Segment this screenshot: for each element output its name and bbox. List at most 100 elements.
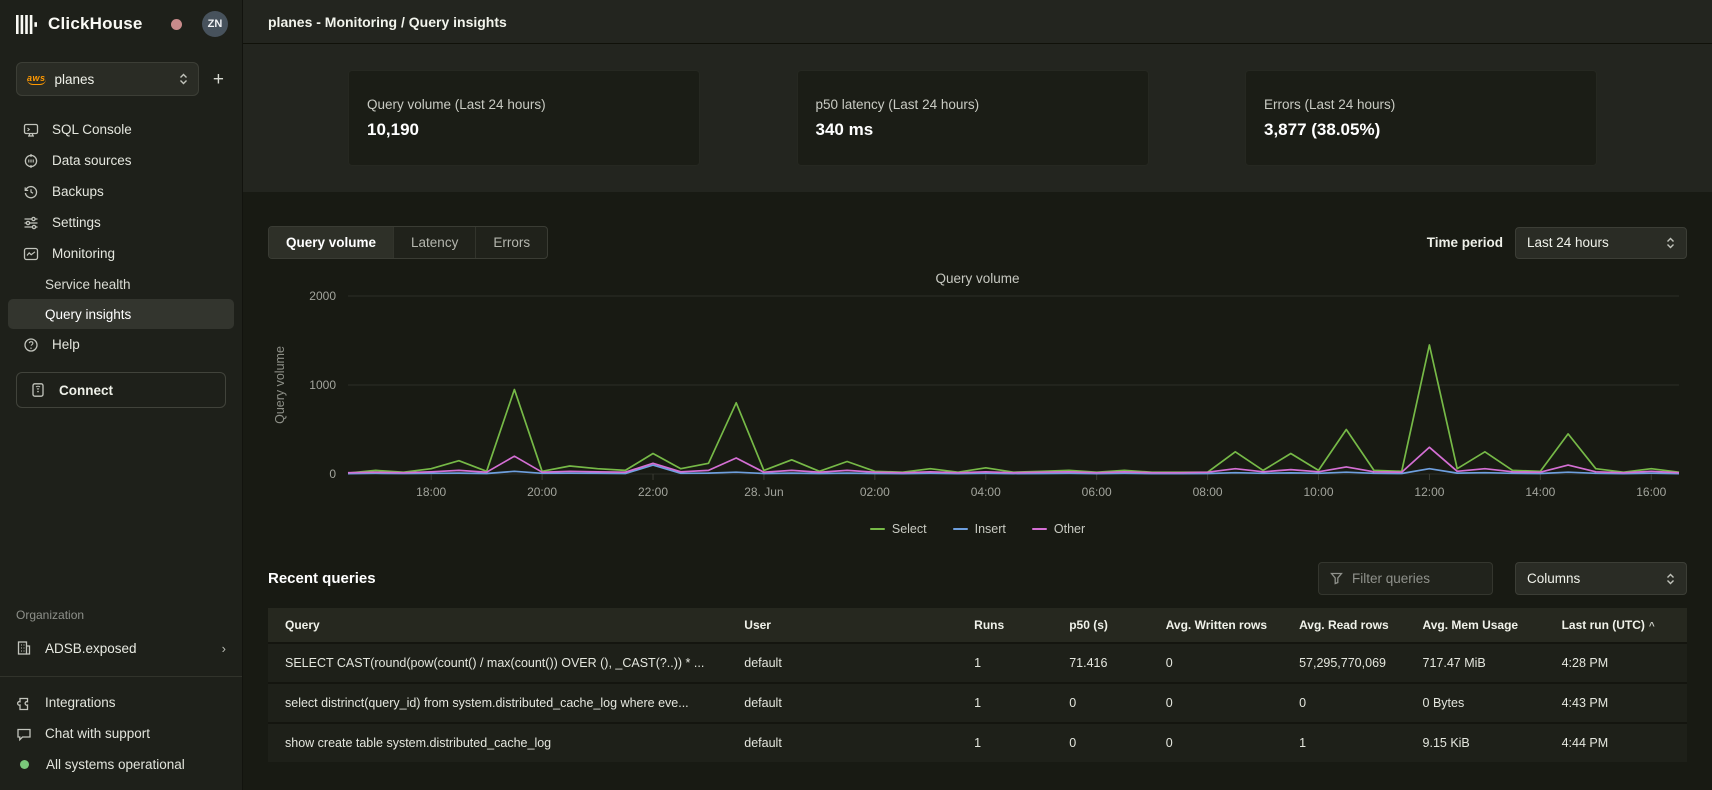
add-service-button[interactable]: +	[209, 68, 228, 91]
svg-text:06:00: 06:00	[1082, 485, 1112, 499]
connect-label: Connect	[59, 383, 113, 398]
svg-text:2000: 2000	[309, 289, 336, 303]
filter-queries-input[interactable]: Filter queries	[1318, 562, 1493, 595]
organization-item[interactable]: ADSB.exposed ›	[0, 632, 242, 664]
column-header-avg-mem-usage[interactable]: Avg. Mem Usage	[1415, 608, 1554, 643]
legend-label: Select	[892, 522, 927, 536]
columns-label: Columns	[1527, 571, 1580, 586]
svg-text:02:00: 02:00	[860, 485, 890, 499]
stat-label: Errors (Last 24 hours)	[1264, 97, 1578, 112]
table-cell: show create table system.distributed_cac…	[268, 723, 736, 762]
stat-value: 340 ms	[816, 120, 1130, 140]
data-sources-icon	[22, 152, 39, 169]
table-row[interactable]: show create table system.distributed_cac…	[268, 723, 1687, 762]
sidebar-item-backups[interactable]: Backups	[8, 176, 234, 207]
svg-text:10:00: 10:00	[1304, 485, 1334, 499]
content: Query volume Latency Errors Time period …	[243, 192, 1712, 790]
stat-card-query-volume: Query volume (Last 24 hours) 10,190	[348, 70, 700, 166]
legend-item-other[interactable]: Other	[1032, 522, 1085, 536]
legend-item-select[interactable]: Select	[870, 522, 927, 536]
svg-text:28. Jun: 28. Jun	[744, 485, 783, 499]
organization-label: Organization	[0, 608, 242, 632]
sidebar-item-query-insights[interactable]: Query insights	[8, 299, 234, 329]
tab-errors[interactable]: Errors	[476, 227, 547, 258]
table-cell: 1	[966, 683, 1061, 723]
recent-queries-title: Recent queries	[268, 570, 376, 587]
sidebar-item-data-sources[interactable]: Data sources	[8, 145, 234, 176]
table-cell: default	[736, 643, 966, 683]
table-cell: default	[736, 723, 966, 762]
svg-text:12:00: 12:00	[1414, 485, 1444, 499]
sidebar-item-monitoring[interactable]: Monitoring	[8, 238, 234, 269]
column-header-p50-s-[interactable]: p50 (s)	[1061, 608, 1157, 643]
column-header-avg-written-rows[interactable]: Avg. Written rows	[1158, 608, 1291, 643]
svg-text:1000: 1000	[309, 378, 336, 392]
columns-select[interactable]: Columns	[1515, 562, 1687, 595]
sidebar-item-help[interactable]: Help	[8, 329, 234, 360]
chat-bubble-icon	[16, 726, 32, 742]
chart-title: Query volume	[268, 271, 1687, 286]
footer-item-label: Chat with support	[45, 726, 150, 741]
app-root: ClickHouse ZN aws planes + SQL Console	[0, 0, 1712, 790]
stat-label: Query volume (Last 24 hours)	[367, 97, 681, 112]
connect-button[interactable]: Connect	[16, 372, 226, 408]
sidebar-divider	[0, 676, 242, 677]
legend-label: Other	[1054, 522, 1085, 536]
sidebar-subitem-label: Query insights	[45, 307, 131, 322]
column-header-last-run-utc-[interactable]: Last run (UTC)^	[1554, 608, 1687, 643]
svg-text:22:00: 22:00	[638, 485, 668, 499]
organization-name: ADSB.exposed	[45, 641, 137, 656]
table-row[interactable]: select distrinct(query_id) from system.d…	[268, 683, 1687, 723]
series-select	[348, 345, 1679, 473]
help-icon	[22, 336, 39, 353]
sidebar-item-label: Help	[52, 337, 80, 352]
avatar[interactable]: ZN	[202, 11, 228, 37]
table-row[interactable]: SELECT CAST(round(pow(count() / max(coun…	[268, 643, 1687, 683]
svg-text:18:00: 18:00	[416, 485, 446, 499]
svg-text:16:00: 16:00	[1636, 485, 1666, 499]
recent-queries-table: QueryUserRunsp50 (s)Avg. Written rowsAvg…	[268, 608, 1687, 762]
service-selector[interactable]: aws planes	[16, 62, 199, 96]
table-body: SELECT CAST(round(pow(count() / max(coun…	[268, 643, 1687, 762]
time-period-select[interactable]: Last 24 hours	[1515, 227, 1687, 259]
funnel-icon	[1330, 572, 1343, 585]
svg-text:14:00: 14:00	[1525, 485, 1555, 499]
svg-text:08:00: 08:00	[1193, 485, 1223, 499]
svg-text:0: 0	[329, 467, 336, 481]
topbar: planes - Monitoring / Query insights	[243, 0, 1712, 44]
chart-tabs: Query volume Latency Errors	[268, 226, 548, 259]
tab-latency[interactable]: Latency	[394, 227, 476, 258]
table-cell: 717.47 MiB	[1415, 643, 1554, 683]
stats-strip: Query volume (Last 24 hours) 10,190 p50 …	[243, 44, 1712, 192]
sidebar-item-settings[interactable]: Settings	[8, 207, 234, 238]
column-header-query[interactable]: Query	[268, 608, 736, 643]
sidebar-subitem-label: Service health	[45, 277, 131, 292]
notification-dot[interactable]	[171, 19, 182, 30]
table-cell: 1	[1291, 723, 1414, 762]
aws-icon: aws	[27, 73, 46, 85]
column-header-user[interactable]: User	[736, 608, 966, 643]
tab-query-volume[interactable]: Query volume	[269, 227, 394, 258]
service-name: planes	[55, 72, 170, 87]
sidebar-item-service-health[interactable]: Service health	[8, 269, 234, 299]
sidebar-item-chat-support[interactable]: Chat with support	[0, 718, 242, 749]
column-header-avg-read-rows[interactable]: Avg. Read rows	[1291, 608, 1414, 643]
table-cell: 0 Bytes	[1415, 683, 1554, 723]
table-cell: 1	[966, 643, 1061, 683]
breadcrumb: planes - Monitoring / Query insights	[268, 14, 507, 30]
stat-card-errors: Errors (Last 24 hours) 3,877 (38.05%)	[1245, 70, 1597, 166]
sidebar-item-integrations[interactable]: Integrations	[0, 687, 242, 718]
column-header-runs[interactable]: Runs	[966, 608, 1061, 643]
backups-icon	[22, 183, 39, 200]
legend-label: Insert	[975, 522, 1006, 536]
sidebar-item-sql-console[interactable]: SQL Console	[8, 114, 234, 145]
system-status[interactable]: All systems operational	[0, 749, 242, 780]
table-cell: select distrinct(query_id) from system.d…	[268, 683, 736, 723]
query-volume-chart[interactable]: 01000200018:0020:0022:0028. Jun02:0004:0…	[268, 288, 1687, 520]
brand-name: ClickHouse	[48, 14, 143, 34]
brand-row: ClickHouse ZN	[0, 0, 242, 48]
organization-building-icon	[16, 640, 32, 656]
chevron-updown-icon	[179, 73, 188, 85]
legend-item-insert[interactable]: Insert	[953, 522, 1006, 536]
svg-text:04:00: 04:00	[971, 485, 1001, 499]
